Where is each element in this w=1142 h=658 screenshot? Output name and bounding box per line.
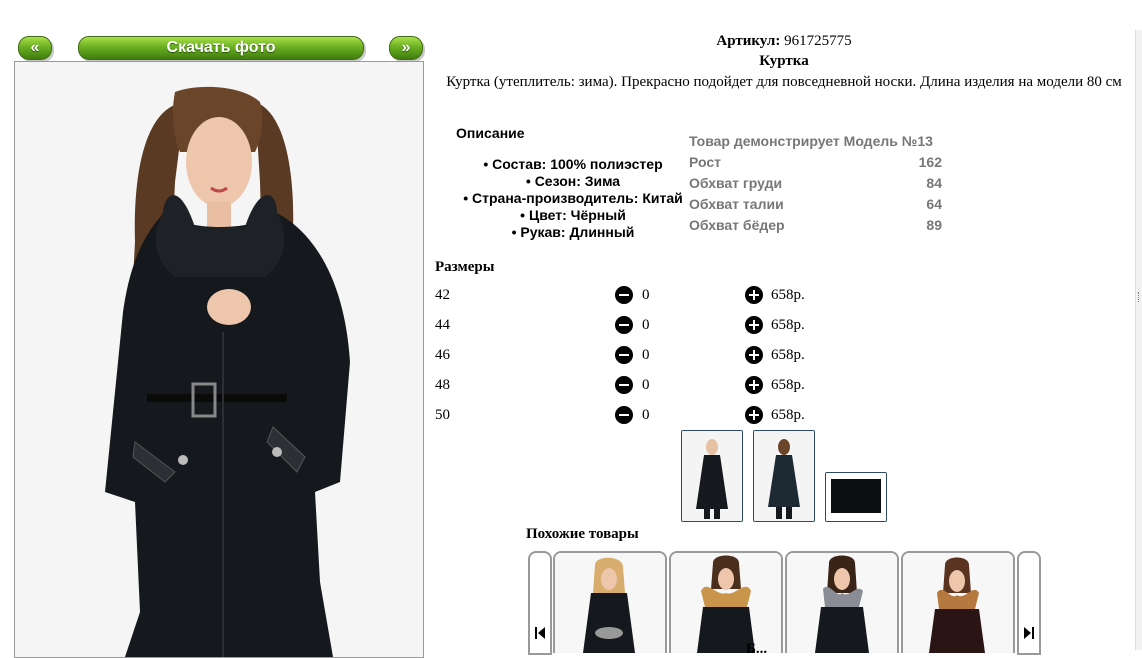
size-quantity: 0 <box>642 347 650 363</box>
first-arrow-icon <box>535 627 545 639</box>
similar-product-item[interactable] <box>901 551 1015 653</box>
model-row-label: Обхват бёдер <box>689 217 785 233</box>
plus-circle-icon[interactable] <box>745 286 763 304</box>
size-label: 50 <box>435 407 450 423</box>
model-row-value: 64 <box>926 196 942 212</box>
thumbnail-image <box>826 473 886 521</box>
photo-thumbnail-fabric[interactable] <box>825 472 887 522</box>
model-measurements-table: Товар демонстрирует Модель №13 Рост 162 … <box>689 131 942 236</box>
model-heading: Товар демонстрирует Модель №13 <box>689 133 933 149</box>
size-price: 658р. <box>771 317 805 333</box>
plus-circle-icon[interactable] <box>745 316 763 334</box>
model-row-value: 162 <box>918 154 942 170</box>
similar-product-image <box>555 553 665 653</box>
size-row: 48 0 658р. <box>435 375 835 395</box>
size-quantity: 0 <box>642 317 650 333</box>
minus-circle-icon[interactable] <box>615 406 633 424</box>
attribute-item: Состав: 100% полиэстер <box>455 156 691 173</box>
similar-product-cut-label: Б... <box>746 641 768 657</box>
model-row-label: Обхват талии <box>689 196 784 212</box>
details-heading: Описание <box>456 125 525 141</box>
similar-product-image <box>671 553 781 653</box>
sku-line: Артикул: 961725775 <box>600 33 968 50</box>
size-price: 658р. <box>771 407 805 423</box>
sku-value: 961725775 <box>784 33 852 49</box>
attribute-item: Рукав: Длинный <box>455 224 691 241</box>
minus-circle-icon[interactable] <box>615 376 633 394</box>
thumbnail-image <box>754 431 814 521</box>
photo-thumbnail-front[interactable] <box>681 430 743 522</box>
carousel-prev-button[interactable] <box>528 551 552 655</box>
attribute-item: Страна-производитель: Китай <box>455 190 691 207</box>
photo-thumbnail-back[interactable] <box>753 430 815 522</box>
prev-photo-button[interactable]: « <box>18 36 52 60</box>
page-scrollbar[interactable] <box>1135 30 1142 650</box>
plus-circle-icon[interactable] <box>745 346 763 364</box>
minus-circle-icon[interactable] <box>615 316 633 334</box>
size-quantity: 0 <box>642 287 650 303</box>
size-label: 48 <box>435 377 450 393</box>
attribute-item: Цвет: Чёрный <box>455 207 691 224</box>
size-price: 658р. <box>771 347 805 363</box>
size-label: 44 <box>435 317 450 333</box>
product-description: Куртка (утеплитель: зима). Прекрасно под… <box>446 74 1122 90</box>
size-row: 44 0 658р. <box>435 315 835 335</box>
similar-product-image <box>903 553 1013 653</box>
plus-circle-icon[interactable] <box>745 406 763 424</box>
product-title: Куртка <box>759 53 809 69</box>
scrollbar-grip[interactable] <box>1138 292 1141 302</box>
size-row: 50 0 658р. <box>435 405 835 425</box>
attribute-list: Состав: 100% полиэстер Сезон: Зима Стран… <box>455 156 691 241</box>
size-row: 42 0 658р. <box>435 285 835 305</box>
sku-label: Артикул: <box>716 33 781 49</box>
main-product-photo[interactable] <box>14 61 424 658</box>
model-row-label: Рост <box>689 154 721 170</box>
size-price: 658р. <box>771 287 805 303</box>
model-row: Рост 162 <box>689 152 942 173</box>
size-label: 42 <box>435 287 450 303</box>
model-row-value: 84 <box>926 175 942 191</box>
size-quantity: 0 <box>642 377 650 393</box>
minus-circle-icon[interactable] <box>615 346 633 364</box>
model-row-value: 89 <box>926 217 942 233</box>
similar-product-item[interactable] <box>669 551 783 653</box>
download-photo-button[interactable]: Скачать фото <box>78 36 364 60</box>
model-heading-row: Товар демонстрирует Модель №13 <box>689 131 942 152</box>
model-row: Обхват груди 84 <box>689 173 942 194</box>
size-quantity: 0 <box>642 407 650 423</box>
last-arrow-icon <box>1024 627 1034 639</box>
similar-products-heading: Похожие товары <box>526 526 639 542</box>
model-row: Обхват талии 64 <box>689 194 942 215</box>
model-row: Обхват бёдер 89 <box>689 215 942 236</box>
size-label: 46 <box>435 347 450 363</box>
model-photo-image <box>15 62 423 657</box>
size-price: 658р. <box>771 377 805 393</box>
carousel-next-button[interactable] <box>1017 551 1041 655</box>
next-photo-button[interactable]: » <box>389 36 423 60</box>
attribute-item: Сезон: Зима <box>455 173 691 190</box>
minus-circle-icon[interactable] <box>615 286 633 304</box>
similar-product-item[interactable] <box>785 551 899 653</box>
sizes-heading: Размеры <box>435 259 495 275</box>
similar-product-item[interactable] <box>553 551 667 653</box>
size-row: 46 0 658р. <box>435 345 835 365</box>
model-row-label: Обхват груди <box>689 175 783 191</box>
thumbnail-image <box>682 431 742 521</box>
similar-product-image <box>787 553 897 653</box>
plus-circle-icon[interactable] <box>745 376 763 394</box>
